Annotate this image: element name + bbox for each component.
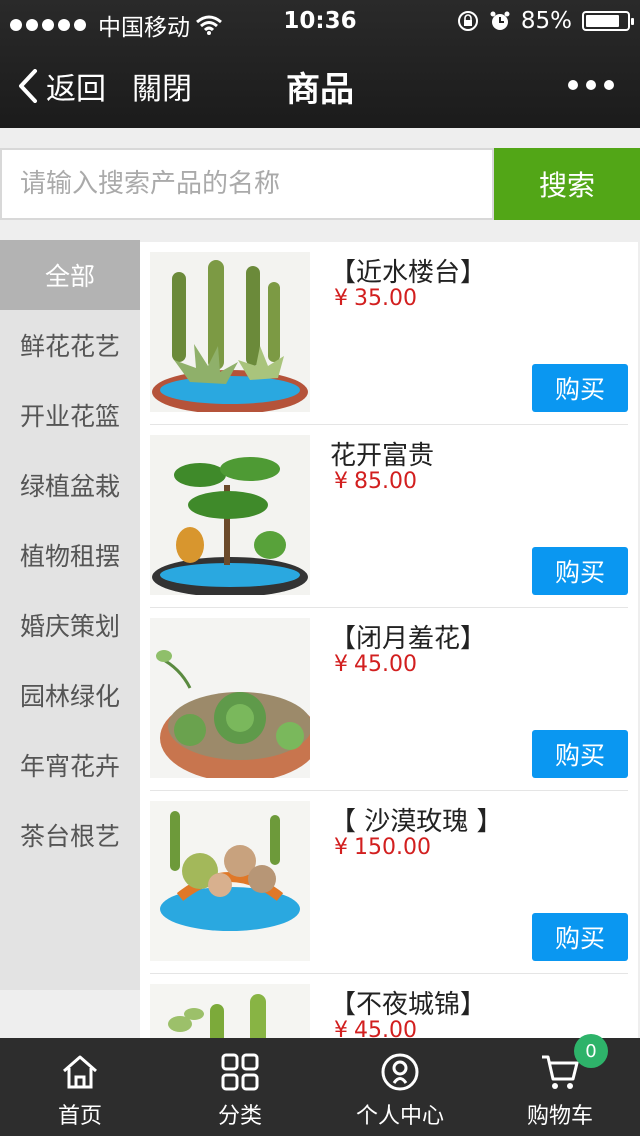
buy-button[interactable]: 购买 [532,364,628,412]
price-currency: ¥ [334,469,348,494]
tab-category[interactable]: 分类 [160,1038,320,1136]
nav-bar: 返回 關閉 商品 [0,42,640,128]
product-name[interactable]: 花开富贵 [330,435,434,472]
page-title: 商品 [286,70,354,110]
product-price: ¥150.00 [334,835,431,860]
category-flowers[interactable]: 鲜花花艺 [0,310,140,380]
battery-percent: 85% [520,8,572,34]
product-image[interactable] [150,618,310,778]
category-wedding-planning[interactable]: 婚庆策划 [0,590,140,660]
category-new-year-flowers[interactable]: 年宵花卉 [0,730,140,800]
product-item[interactable]: 花开富贵 ¥85.00 购买 [150,425,628,608]
product-image[interactable] [150,252,310,412]
category-landscaping[interactable]: 园林绿化 [0,660,140,730]
price-value: 45.00 [354,652,417,677]
cart-count-badge: 0 [574,1034,608,1068]
home-icon [63,1055,97,1089]
tab-profile-label: 个人中心 [355,1104,444,1129]
more-icon[interactable] [568,80,614,90]
product-price: ¥45.00 [334,1018,417,1038]
product-item[interactable]: 【 沙漠玫瑰 】 ¥150.00 购买 [150,791,628,974]
buy-button[interactable]: 购买 [532,913,628,961]
search-input[interactable] [0,148,494,220]
status-right: 85% [457,8,634,34]
price-value: 35.00 [354,286,417,311]
buy-button[interactable]: 购买 [532,730,628,778]
product-price: ¥85.00 [334,469,417,494]
category-potted-plants[interactable]: 绿植盆栽 [0,450,140,520]
product-item[interactable]: 【闭月羞花】 ¥45.00 购买 [150,608,628,791]
category-all[interactable]: 全部 [0,240,140,310]
tab-cart-label: 购物车 [526,1104,593,1129]
rotation-lock-icon [457,11,478,31]
product-name[interactable]: 【近水楼台】 [330,252,486,289]
product-price: ¥45.00 [334,652,417,677]
tab-profile[interactable]: 个人中心 [320,1038,480,1136]
price-currency: ¥ [334,835,348,860]
search-button[interactable]: 搜索 [494,148,640,220]
category-tea-table-root-art[interactable]: 茶台根艺 [0,800,140,870]
category-plant-rental[interactable]: 植物租摆 [0,520,140,590]
cart-icon [542,1055,579,1089]
top-bar: 中国移动 10:36 85% 返回 關閉 商品 [0,0,640,128]
product-image[interactable] [150,984,310,1038]
tab-home[interactable]: 首页 [0,1038,160,1136]
product-item[interactable]: 【不夜城锦】 ¥45.00 购买 [150,974,628,1038]
category-sidebar: 全部 鲜花花艺 开业花篮 绿植盆栽 植物租摆 婚庆策划 园林绿化 年宵花卉 茶台… [0,240,140,990]
product-item[interactable]: 【近水楼台】 ¥35.00 购买 [150,242,628,425]
product-list: 【近水楼台】 ¥35.00 购买 花开富贵 ¥85.00 购买 【闭月羞花】 ¥… [140,242,638,1038]
price-currency: ¥ [334,1018,348,1038]
product-name[interactable]: 【 沙漠玫瑰 】 [330,801,503,838]
product-image[interactable] [150,435,310,595]
tab-home-label: 首页 [57,1104,102,1129]
tab-category-label: 分类 [217,1104,262,1129]
price-currency: ¥ [334,652,348,677]
alarm-icon [490,11,510,30]
category-opening-baskets[interactable]: 开业花篮 [0,380,140,450]
grid-icon [221,1053,259,1091]
product-price: ¥35.00 [334,286,417,311]
price-value: 45.00 [354,1018,417,1038]
price-value: 85.00 [354,469,417,494]
battery-icon [582,11,634,31]
product-name[interactable]: 【闭月羞花】 [330,618,486,655]
status-bar: 中国移动 10:36 85% [0,0,640,42]
buy-button[interactable]: 购买 [532,547,628,595]
price-currency: ¥ [334,286,348,311]
tab-cart[interactable]: 0 购物车 [480,1034,640,1136]
price-value: 150.00 [354,835,431,860]
user-icon [381,1053,419,1091]
bottom-tab-bar: 首页 分类 个人中心 0 购物车 [0,1034,640,1136]
battery-fill [586,15,620,27]
product-image[interactable] [150,801,310,961]
search-bar: 搜索 [0,148,640,220]
product-name[interactable]: 【不夜城锦】 [330,984,486,1021]
